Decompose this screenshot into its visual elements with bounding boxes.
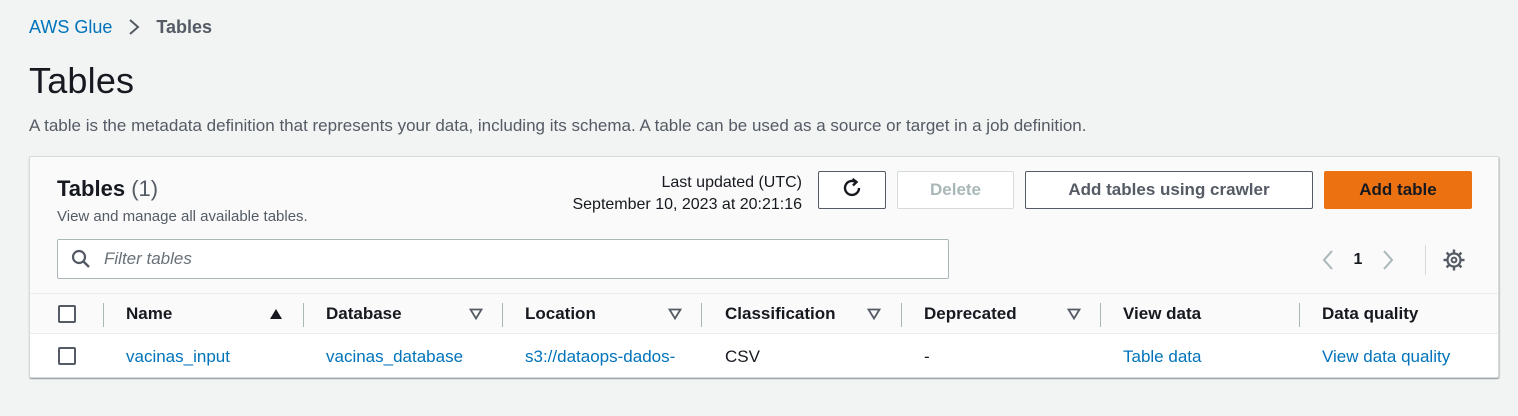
breadcrumb-current: Tables: [156, 16, 213, 37]
column-divider: [303, 303, 304, 327]
column-divider: [701, 303, 702, 327]
last-updated: Last updated (UTC) September 10, 2023 at…: [572, 172, 802, 216]
cell-database-link[interactable]: vacinas_database: [326, 335, 496, 378]
sort-descending-icon[interactable]: [1066, 307, 1082, 321]
add-tables-using-crawler-button[interactable]: Add tables using crawler: [1025, 171, 1313, 209]
filter-tables: [57, 239, 949, 279]
add-table-button[interactable]: Add table: [1324, 171, 1472, 209]
refresh-button[interactable]: [818, 171, 886, 209]
column-divider: [1299, 303, 1300, 327]
column-header-view-data: View data: [1123, 304, 1202, 323]
column-header-deprecated[interactable]: Deprecated: [924, 294, 1017, 334]
tables-count: (1): [131, 176, 159, 201]
select-all-checkbox[interactable]: [58, 305, 76, 323]
gear-icon[interactable]: [1441, 247, 1467, 273]
refresh-icon: [840, 176, 864, 205]
sort-descending-icon[interactable]: [667, 307, 683, 321]
filter-tables-input[interactable]: [104, 249, 904, 269]
delete-button[interactable]: Delete: [897, 171, 1014, 209]
chevron-left-icon[interactable]: [1315, 246, 1341, 274]
pagination: 1: [1315, 245, 1401, 275]
tables-panel: Tables (1) View and manage all available…: [29, 156, 1499, 378]
chevron-right-icon[interactable]: [1375, 246, 1401, 274]
column-header-data-quality: Data quality: [1322, 304, 1419, 323]
tables-subheading: View and manage all available tables.: [57, 208, 308, 225]
cell-deprecated: -: [924, 346, 930, 366]
column-divider: [901, 303, 902, 327]
column-header-location[interactable]: Location: [525, 294, 596, 334]
page-number-1[interactable]: 1: [1341, 251, 1375, 269]
page-title: Tables: [29, 60, 135, 101]
column-header-name[interactable]: Name: [126, 294, 172, 334]
cell-data-quality-link[interactable]: View data quality: [1322, 335, 1492, 378]
sort-descending-icon[interactable]: [468, 307, 484, 321]
column-divider: [1100, 303, 1101, 327]
column-header-database[interactable]: Database: [326, 294, 402, 334]
row-select-checkbox[interactable]: [58, 347, 76, 365]
cell-view-data-link[interactable]: Table data: [1123, 335, 1293, 378]
sort-descending-icon[interactable]: [866, 307, 882, 321]
panel-header: Tables (1) View and manage all available…: [30, 157, 1498, 294]
tables-heading: Tables (1): [57, 176, 158, 202]
column-divider: [502, 303, 503, 327]
cell-location-link[interactable]: s3://dataops-dados-: [525, 335, 701, 378]
page-description: A table is the metadata definition that …: [29, 116, 1087, 135]
last-updated-value: September 10, 2023 at 20:21:16: [572, 196, 802, 213]
table-header: Name Database Location Classification De…: [30, 294, 1498, 334]
chevron-right-icon: [120, 17, 148, 37]
sort-ascending-icon[interactable]: [268, 307, 284, 321]
search-icon: [71, 249, 91, 269]
cell-name-link[interactable]: vacinas_input: [126, 335, 296, 378]
cell-classification: CSV: [725, 346, 760, 366]
column-divider: [103, 303, 104, 327]
breadcrumb: AWS Glue Tables: [29, 16, 212, 38]
tables-heading-label: Tables: [57, 176, 126, 201]
table-row: vacinas_input vacinas_database s3://data…: [30, 335, 1498, 378]
pager-divider: [1425, 245, 1426, 275]
breadcrumb-aws-glue-link[interactable]: AWS Glue: [29, 17, 112, 38]
last-updated-label: Last updated (UTC): [661, 174, 802, 191]
column-header-classification[interactable]: Classification: [725, 294, 836, 334]
